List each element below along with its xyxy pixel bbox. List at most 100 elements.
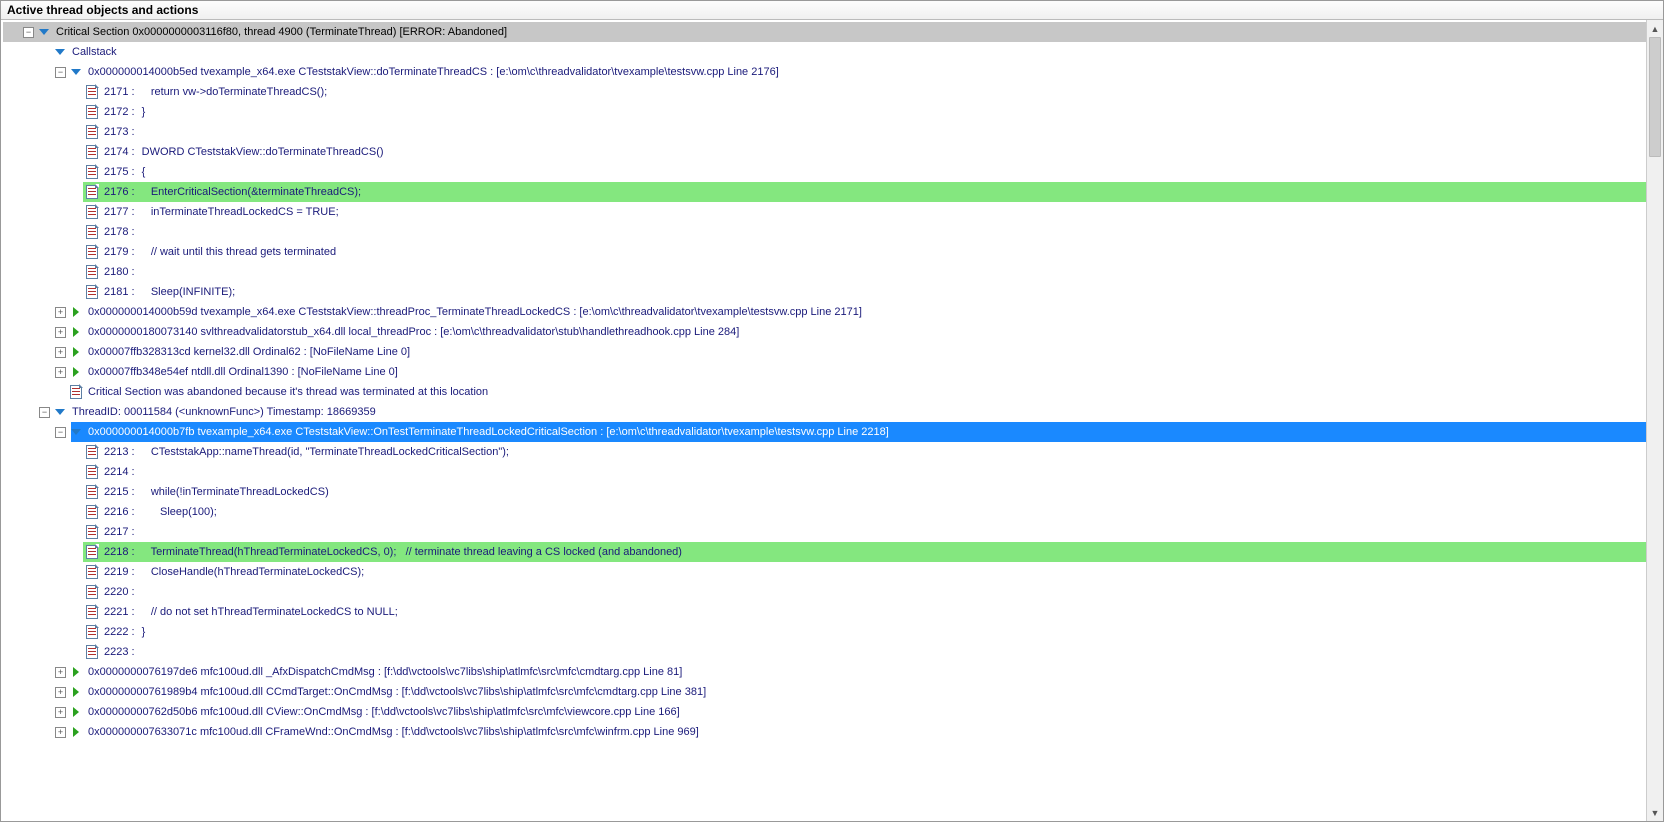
- source-line[interactable]: 2213 : CTeststakApp::nameThread(id, "Ter…: [3, 442, 1646, 462]
- source-line[interactable]: 2216 : Sleep(100);: [3, 502, 1646, 522]
- doc-icon: [85, 585, 99, 599]
- source-code: // do not set hThreadTerminateLockedCS t…: [137, 606, 400, 618]
- vertical-scrollbar[interactable]: ▲ ▼: [1646, 20, 1663, 821]
- source-line[interactable]: 2174 : DWORD CTeststakView::doTerminateT…: [3, 142, 1646, 162]
- doc-icon: [85, 545, 99, 559]
- line-number: 2223 :: [102, 646, 137, 658]
- source-code: {: [137, 166, 148, 178]
- doc-icon: [85, 205, 99, 219]
- expander-icon[interactable]: +: [55, 687, 66, 698]
- abandoned-note: Critical Section was abandoned because i…: [86, 386, 490, 398]
- stack-frame[interactable]: + 0x00000000762d50b6 mfc100ud.dll CView:…: [3, 702, 1646, 722]
- source-code: DWORD CTeststakView::doTerminateThreadCS…: [137, 146, 386, 158]
- expander-icon[interactable]: +: [55, 367, 66, 378]
- arrow-right-icon: [69, 365, 83, 379]
- source-line[interactable]: 2220 :: [3, 582, 1646, 602]
- source-code: }: [137, 626, 148, 638]
- title-bar: Active thread objects and actions: [1, 1, 1663, 20]
- frame-label: 0x000000014000b59d tvexample_x64.exe CTe…: [86, 306, 864, 318]
- arrow-right-icon: [69, 345, 83, 359]
- tree-view[interactable]: − Critical Section 0x0000000003116f80, t…: [1, 20, 1646, 821]
- source-code: Sleep(100);: [137, 506, 219, 518]
- source-line[interactable]: 2217 :: [3, 522, 1646, 542]
- critical-section-row[interactable]: − Critical Section 0x0000000003116f80, t…: [3, 22, 1646, 42]
- abandoned-note-row[interactable]: Critical Section was abandoned because i…: [3, 382, 1646, 402]
- line-number: 2178 :: [102, 226, 137, 238]
- source-code: Sleep(INFINITE);: [137, 286, 238, 298]
- source-line[interactable]: 2222 : }: [3, 622, 1646, 642]
- doc-icon: [85, 165, 99, 179]
- line-number: 2213 :: [102, 446, 137, 458]
- doc-icon: [85, 605, 99, 619]
- stack-frame[interactable]: + 0x000000014000b59d tvexample_x64.exe C…: [3, 302, 1646, 322]
- source-line[interactable]: 2179 : // wait until this thread gets te…: [3, 242, 1646, 262]
- doc-icon: [85, 225, 99, 239]
- frame-label: 0x000000014000b7fb tvexample_x64.exe CTe…: [86, 426, 891, 438]
- source-line[interactable]: 2214 :: [3, 462, 1646, 482]
- line-number: 2179 :: [102, 246, 137, 258]
- arrow-right-icon: [69, 685, 83, 699]
- doc-icon: [85, 625, 99, 639]
- source-line[interactable]: 2172 : }: [3, 102, 1646, 122]
- body: − Critical Section 0x0000000003116f80, t…: [1, 20, 1663, 821]
- stack-frame[interactable]: + 0x00007ffb348e54ef ntdll.dll Ordinal13…: [3, 362, 1646, 382]
- arrow-down-icon: [37, 25, 51, 39]
- expander-icon[interactable]: −: [23, 27, 34, 38]
- expander-icon[interactable]: +: [55, 727, 66, 738]
- source-line[interactable]: 2215 : while(!inTerminateThreadLockedCS): [3, 482, 1646, 502]
- stack-frame[interactable]: − 0x000000014000b5ed tvexample_x64.exe C…: [3, 62, 1646, 82]
- doc-icon: [85, 525, 99, 539]
- source-line[interactable]: 2177 : inTerminateThreadLockedCS = TRUE;: [3, 202, 1646, 222]
- source-line[interactable]: 2221 : // do not set hThreadTerminateLoc…: [3, 602, 1646, 622]
- thread-id-row[interactable]: − ThreadID: 00011584 (<unknownFunc>) Tim…: [3, 402, 1646, 422]
- line-number: 2222 :: [102, 626, 137, 638]
- arrow-right-icon: [69, 305, 83, 319]
- source-code: TerminateThread(hThreadTerminateLockedCS…: [137, 546, 684, 558]
- expander-icon[interactable]: +: [55, 307, 66, 318]
- source-code: // wait until this thread gets terminate…: [137, 246, 338, 258]
- thread-viewer-window: Active thread objects and actions − Crit…: [0, 0, 1664, 822]
- source-code: CloseHandle(hThreadTerminateLockedCS);: [137, 566, 367, 578]
- scroll-up-icon[interactable]: ▲: [1647, 20, 1663, 37]
- stack-frame[interactable]: + 0x0000000076197de6 mfc100ud.dll _AfxDi…: [3, 662, 1646, 682]
- source-line[interactable]: 2180 :: [3, 262, 1646, 282]
- source-line[interactable]: 2176 : EnterCriticalSection(&terminateTh…: [3, 182, 1646, 202]
- title-text: Active thread objects and actions: [7, 3, 198, 17]
- expander-icon[interactable]: −: [39, 407, 50, 418]
- arrow-right-icon: [69, 665, 83, 679]
- expander-icon[interactable]: +: [55, 667, 66, 678]
- source-line[interactable]: 2178 :: [3, 222, 1646, 242]
- doc-icon: [85, 285, 99, 299]
- doc-icon: [85, 645, 99, 659]
- expander-icon[interactable]: −: [55, 427, 66, 438]
- expander-icon[interactable]: +: [55, 707, 66, 718]
- expander-icon[interactable]: +: [55, 327, 66, 338]
- doc-icon: [85, 485, 99, 499]
- stack-frame[interactable]: + 0x000000007633071c mfc100ud.dll CFrame…: [3, 722, 1646, 742]
- source-line[interactable]: 2173 :: [3, 122, 1646, 142]
- selected-stack-frame[interactable]: − 0x000000014000b7fb tvexample_x64.exe C…: [3, 422, 1646, 442]
- stack-frame[interactable]: + 0x0000000180073140 svlthreadvalidators…: [3, 322, 1646, 342]
- source-line[interactable]: 2171 : return vw->doTerminateThreadCS();: [3, 82, 1646, 102]
- arrow-right-icon: [69, 705, 83, 719]
- expander-icon[interactable]: +: [55, 347, 66, 358]
- source-line[interactable]: 2175 : {: [3, 162, 1646, 182]
- callstack-row[interactable]: Callstack: [3, 42, 1646, 62]
- doc-icon: [85, 465, 99, 479]
- source-line[interactable]: 2223 :: [3, 642, 1646, 662]
- scroll-thumb[interactable]: [1649, 37, 1661, 157]
- arrow-down-icon: [69, 65, 83, 79]
- scroll-down-icon[interactable]: ▼: [1647, 804, 1663, 821]
- line-number: 2180 :: [102, 266, 137, 278]
- stack-frame[interactable]: + 0x00007ffb328313cd kernel32.dll Ordina…: [3, 342, 1646, 362]
- source-line[interactable]: 2218 : TerminateThread(hThreadTerminateL…: [3, 542, 1646, 562]
- line-number: 2175 :: [102, 166, 137, 178]
- line-number: 2219 :: [102, 566, 137, 578]
- source-line[interactable]: 2219 : CloseHandle(hThreadTerminateLocke…: [3, 562, 1646, 582]
- arrow-down-icon: [53, 45, 67, 59]
- source-line[interactable]: 2181 : Sleep(INFINITE);: [3, 282, 1646, 302]
- arrow-down-icon: [69, 425, 83, 439]
- expander-icon[interactable]: −: [55, 67, 66, 78]
- critical-section-label: Critical Section 0x0000000003116f80, thr…: [54, 26, 509, 38]
- stack-frame[interactable]: + 0x00000000761989b4 mfc100ud.dll CCmdTa…: [3, 682, 1646, 702]
